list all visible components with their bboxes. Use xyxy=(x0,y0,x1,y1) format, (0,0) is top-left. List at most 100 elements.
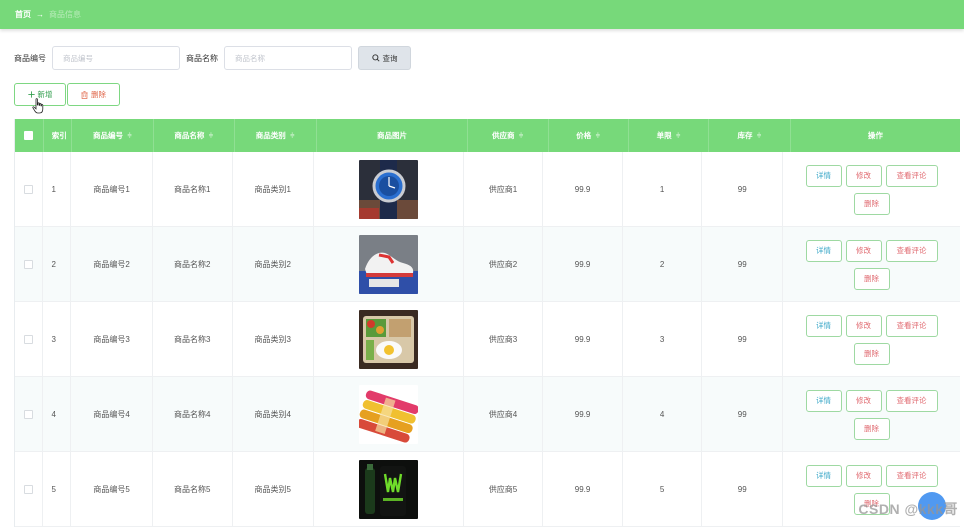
detail-button[interactable]: 详情 xyxy=(806,165,842,187)
sort-icon: ≑ xyxy=(595,132,600,139)
row-actions: 详情 修改 查看评论 删除 xyxy=(783,315,960,365)
batch-delete-button-label: 删除 xyxy=(91,89,106,100)
edit-button[interactable]: 修改 xyxy=(846,165,882,187)
cell-stock: 99 xyxy=(702,452,783,527)
cell-price: 99.9 xyxy=(543,302,623,377)
cell-code: 商品编号5 xyxy=(71,452,153,527)
trash-icon xyxy=(81,91,88,99)
product-image-sneaker xyxy=(359,235,418,294)
cell-stock: 99 xyxy=(702,227,783,302)
product-name-input[interactable] xyxy=(224,46,352,70)
detail-button[interactable]: 详情 xyxy=(806,240,842,262)
row-checkbox[interactable] xyxy=(24,410,33,419)
cell-index: 3 xyxy=(43,302,71,377)
cell-limit: 2 xyxy=(623,227,703,302)
table-row: 3 商品编号3 商品名称3 商品类别3 供应商3 99.9 3 xyxy=(15,302,960,377)
edit-button[interactable]: 修改 xyxy=(846,465,882,487)
query-button[interactable]: 查询 xyxy=(358,46,411,70)
cell-category: 商品类别5 xyxy=(233,452,315,527)
delete-button[interactable]: 删除 xyxy=(854,268,890,290)
product-name-label: 商品名称 xyxy=(186,53,218,64)
edit-button[interactable]: 修改 xyxy=(846,390,882,412)
product-image-watch xyxy=(359,160,418,219)
table-header: 索引 商品编号≑ 商品名称≑ 商品类别≑ 商品图片 供应商≑ 价格≑ 单限≑ 库… xyxy=(15,119,960,152)
cell-name: 商品名称2 xyxy=(153,227,233,302)
table-body: 1 商品编号1 商品名称1 商品类别1 供应商1 99.9 1 99 xyxy=(15,152,960,527)
cell-limit: 4 xyxy=(623,377,703,452)
detail-button[interactable]: 详情 xyxy=(806,390,842,412)
view-reviews-button[interactable]: 查看评论 xyxy=(886,315,938,337)
sort-icon: ≑ xyxy=(208,132,213,139)
product-image-energy-drink xyxy=(359,460,418,519)
sort-icon: ≑ xyxy=(519,132,524,139)
row-checkbox[interactable] xyxy=(24,485,33,494)
batch-delete-button[interactable]: 删除 xyxy=(67,83,120,106)
select-all-checkbox[interactable] xyxy=(24,131,33,140)
col-header-price[interactable]: 价格≑ xyxy=(549,119,629,152)
breadcrumb-home[interactable]: 首页 xyxy=(15,9,31,20)
delete-button[interactable]: 删除 xyxy=(854,343,890,365)
product-code-input[interactable] xyxy=(52,46,180,70)
hand-pointer-icon xyxy=(32,98,45,114)
plus-icon xyxy=(28,91,35,98)
delete-button[interactable]: 删除 xyxy=(854,418,890,440)
cell-code: 商品编号1 xyxy=(71,152,153,227)
edit-button[interactable]: 修改 xyxy=(846,315,882,337)
row-checkbox[interactable] xyxy=(24,185,33,194)
col-header-category[interactable]: 商品类别≑ xyxy=(235,119,317,152)
edit-button[interactable]: 修改 xyxy=(846,240,882,262)
cell-category: 商品类别2 xyxy=(233,227,315,302)
cell-limit: 5 xyxy=(623,452,703,527)
cell-price: 99.9 xyxy=(543,227,623,302)
col-header-index: 索引 xyxy=(44,119,72,152)
view-reviews-button[interactable]: 查看评论 xyxy=(886,240,938,262)
view-reviews-button[interactable]: 查看评论 xyxy=(886,390,938,412)
col-header-actions: 操作 xyxy=(791,119,960,152)
sort-icon: ≑ xyxy=(756,132,761,139)
cell-supplier: 供应商4 xyxy=(464,377,544,452)
cell-stock: 99 xyxy=(702,302,783,377)
row-checkbox[interactable] xyxy=(24,335,33,344)
row-checkbox[interactable] xyxy=(24,260,33,269)
row-actions: 详情 修改 查看评论 删除 xyxy=(783,240,960,290)
col-header-code[interactable]: 商品编号≑ xyxy=(72,119,154,152)
col-header-name[interactable]: 商品名称≑ xyxy=(154,119,234,152)
breadcrumb-current: 商品信息 xyxy=(49,9,81,20)
cell-supplier: 供应商1 xyxy=(464,152,544,227)
search-icon xyxy=(372,54,380,62)
breadcrumb-separator: → xyxy=(36,10,44,19)
table-row: 2 商品编号2 商品名称2 商品类别2 供应商2 99.9 2 99 xyxy=(15,227,960,302)
view-reviews-button[interactable]: 查看评论 xyxy=(886,165,938,187)
cell-category: 商品类别1 xyxy=(233,152,315,227)
cell-supplier: 供应商3 xyxy=(464,302,544,377)
detail-button[interactable]: 详情 xyxy=(806,315,842,337)
cell-price: 99.9 xyxy=(543,377,623,452)
top-bar: 首页 → 商品信息 xyxy=(0,0,964,29)
sort-icon: ≑ xyxy=(676,132,681,139)
detail-button[interactable]: 详情 xyxy=(806,465,842,487)
cell-limit: 3 xyxy=(623,302,703,377)
toolbar: 新增 删除 xyxy=(14,83,120,106)
sort-icon: ≑ xyxy=(127,132,132,139)
view-reviews-button[interactable]: 查看评论 xyxy=(886,465,938,487)
col-header-supplier[interactable]: 供应商≑ xyxy=(468,119,548,152)
product-table: 索引 商品编号≑ 商品名称≑ 商品类别≑ 商品图片 供应商≑ 价格≑ 单限≑ 库… xyxy=(14,119,960,527)
col-header-limit[interactable]: 单限≑ xyxy=(629,119,709,152)
sort-icon: ≑ xyxy=(290,132,295,139)
search-bar: 商品编号 商品名称 查询 xyxy=(14,46,411,70)
table-row: 4 商品编号4 商品名称4 商品类别4 供应商4 99.9 4 xyxy=(15,377,960,452)
cell-price: 99.9 xyxy=(543,452,623,527)
product-image-snacks xyxy=(359,385,418,444)
cell-code: 商品编号2 xyxy=(71,227,153,302)
cell-index: 5 xyxy=(43,452,71,527)
col-header-stock[interactable]: 库存≑ xyxy=(709,119,790,152)
cell-category: 商品类别3 xyxy=(233,302,315,377)
query-button-label: 查询 xyxy=(383,53,398,64)
watermark: CSDN @kkk哥 xyxy=(858,499,958,519)
cell-index: 1 xyxy=(43,152,71,227)
cell-limit: 1 xyxy=(623,152,703,227)
table-row: 1 商品编号1 商品名称1 商品类别1 供应商1 99.9 1 99 xyxy=(15,152,960,227)
delete-button[interactable]: 删除 xyxy=(854,193,890,215)
cell-name: 商品名称5 xyxy=(153,452,233,527)
cell-supplier: 供应商5 xyxy=(464,452,544,527)
